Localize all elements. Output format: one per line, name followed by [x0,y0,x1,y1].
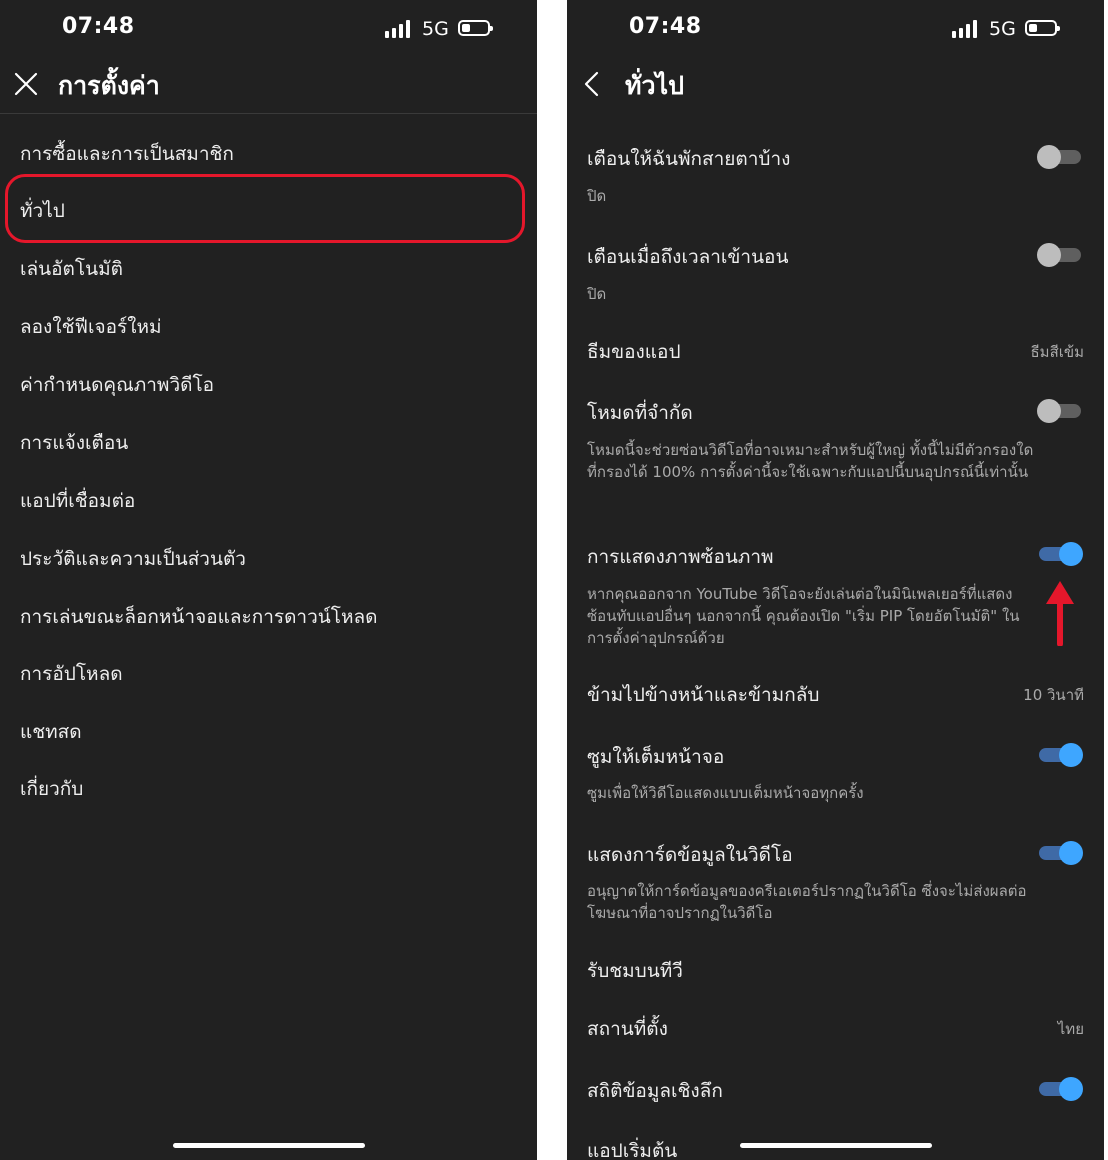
setting-value: ไทย [1057,1020,1084,1038]
page-title: การตั้งค่า [58,71,160,100]
menu-item-label: การอัปโหลด [20,663,123,685]
setting-subtitle: ปิด [587,187,607,205]
chevron-left-icon[interactable] [579,70,607,98]
menu-item-label: ลองใช้ฟีเจอร์ใหม่ [20,316,162,338]
menu-item-label: แอปที่เชื่อมต่อ [20,490,136,512]
toggle-switch-off[interactable] [1037,399,1083,423]
setting-title: เตือนให้ฉันพักสายตาบ้าง [587,148,791,170]
setting-value: 10 วินาที [1023,686,1084,704]
status-time: 07:48 [62,14,135,39]
close-icon[interactable] [12,70,40,98]
setting-stats-for-nerds[interactable]: สถิติข้อมูลเชิงลึก [567,1064,1104,1114]
setting-location[interactable]: สถานที่ตั้ง ไทย [567,1002,1104,1052]
setting-bedtime-reminder[interactable]: เตือนเมื่อถึงเวลาเข้านอน ปิด [567,230,1104,320]
menu-item-about[interactable]: เกี่ยวกับ [0,760,537,816]
toggle-switch-on[interactable] [1037,1077,1083,1101]
setting-info-cards[interactable]: แสดงการ์ดข้อมูลในวิดีโอ อนุญาตให้การ์ดข้… [567,828,1104,928]
setting-title: แสดงการ์ดข้อมูลในวิดีโอ [587,844,793,866]
setting-title: รับชมบนทีวี [587,960,683,982]
menu-item-label: การซื้อและการเป็นสมาชิก [20,143,234,165]
setting-description: อนุญาตให้การ์ดข้อมูลของครีเอเตอร์ปรากฏใน… [587,882,1027,922]
settings-screen: 07:48 5G การตั้งค่า การซื้อและการเป็นสมา… [0,0,537,1160]
menu-item-notifications[interactable]: การแจ้งเตือน [0,414,537,470]
menu-item-purchases[interactable]: การซื้อและการเป็นสมาชิก [0,125,537,181]
setting-title: ธีมของแอป [587,341,681,363]
setting-title: สถิติข้อมูลเชิงลึก [587,1080,723,1102]
toggle-switch-off[interactable] [1037,145,1083,169]
battery-icon [1025,20,1060,36]
setting-description: หากคุณออกจาก YouTube วิดีโอจะยังเล่นต่อใ… [587,585,1020,647]
setting-picture-in-picture[interactable]: การแสดงภาพซ้อนภาพ หากคุณออกจาก YouTube ว… [567,530,1104,650]
toggle-switch-on[interactable] [1037,743,1083,767]
toggle-switch-off[interactable] [1037,243,1083,267]
menu-item-label: การแจ้งเตือน [20,432,129,454]
signal-icon [385,20,415,38]
setting-value: ธีมสีเข้ม [1030,343,1084,361]
menu-item-background-downloads[interactable]: การเล่นขณะล็อกหน้าจอและการดาวน์โหลด [0,588,537,644]
app-bar: ทั่วไป [567,60,1104,114]
setting-description: ซูมเพื่อให้วิดีโอแสดงแบบเต็มหน้าจอทุกครั… [587,784,864,802]
menu-item-label: แชทสด [20,721,82,743]
toggle-switch-on[interactable] [1037,542,1083,566]
menu-item-label: เล่นอัตโนมัติ [20,258,123,280]
setting-restricted-mode[interactable]: โหมดที่จำกัด โหมดนี้จะช่วยซ่อนวิดีโอที่อ… [567,386,1104,506]
toggle-switch-on[interactable] [1037,841,1083,865]
setting-title: ข้ามไปข้างหน้าและข้ามกลับ [587,684,820,706]
menu-item-connected-apps[interactable]: แอปที่เชื่อมต่อ [0,472,537,528]
setting-title: การแสดงภาพซ้อนภาพ [587,546,774,568]
setting-description: โหมดนี้จะช่วยซ่อนวิดีโอที่อาจเหมาะสำหรับ… [587,441,1034,481]
setting-title: เตือนเมื่อถึงเวลาเข้านอน [587,246,789,268]
menu-item-history-privacy[interactable]: ประวัติและความเป็นส่วนตัว [0,530,537,586]
menu-item-label: ค่ากำหนดคุณภาพวิดีโอ [20,374,215,396]
setting-subtitle: ปิด [587,285,607,303]
status-time: 07:48 [629,14,702,39]
setting-double-tap-seek[interactable]: ข้ามไปข้างหน้าและข้ามกลับ 10 วินาที [567,668,1104,718]
highlight-box [5,174,525,243]
status-bar: 07:48 5G [0,0,537,60]
menu-item-video-quality[interactable]: ค่ากำหนดคุณภาพวิดีโอ [0,356,537,412]
network-type: 5G [989,18,1016,40]
setting-title: แอปเริ่มต้น [587,1140,678,1160]
app-bar: การตั้งค่า [0,60,537,114]
menu-item-uploads[interactable]: การอัปโหลด [0,645,537,701]
status-bar: 07:48 5G [567,0,1104,60]
setting-zoom-to-fill[interactable]: ซูมให้เต็มหน้าจอ ซูมเพื่อให้วิดีโอแสดงแบ… [567,730,1104,810]
setting-watch-on-tv[interactable]: รับชมบนทีวี [567,944,1104,994]
menu-item-label: การเล่นขณะล็อกหน้าจอและการดาวน์โหลด [20,606,378,628]
battery-icon [458,20,493,36]
menu-item-label: ประวัติและความเป็นส่วนตัว [20,548,246,570]
menu-item-live-chat[interactable]: แชทสด [0,703,537,759]
home-indicator[interactable] [173,1143,365,1148]
setting-take-a-break[interactable]: เตือนให้ฉันพักสายตาบ้าง ปิด [567,132,1104,222]
setting-title: ซูมให้เต็มหน้าจอ [587,746,725,768]
menu-item-try-features[interactable]: ลองใช้ฟีเจอร์ใหม่ [0,298,537,354]
setting-title: โหมดที่จำกัด [587,402,693,424]
setting-title: สถานที่ตั้ง [587,1018,668,1040]
signal-icon [952,20,982,38]
menu-item-autoplay[interactable]: เล่นอัตโนมัติ [0,240,537,296]
general-settings-screen: 07:48 5G ทั่วไป เตือนให้ฉันพักสายตาบ้าง … [567,0,1104,1160]
menu-item-label: เกี่ยวกับ [20,778,84,800]
setting-app-theme[interactable]: ธีมของแอป ธีมสีเข้ม [567,325,1104,375]
page-title: ทั่วไป [625,71,684,100]
network-type: 5G [422,18,449,40]
divider [0,113,537,114]
red-arrow-up-icon [1046,581,1074,646]
home-indicator[interactable] [740,1143,932,1148]
